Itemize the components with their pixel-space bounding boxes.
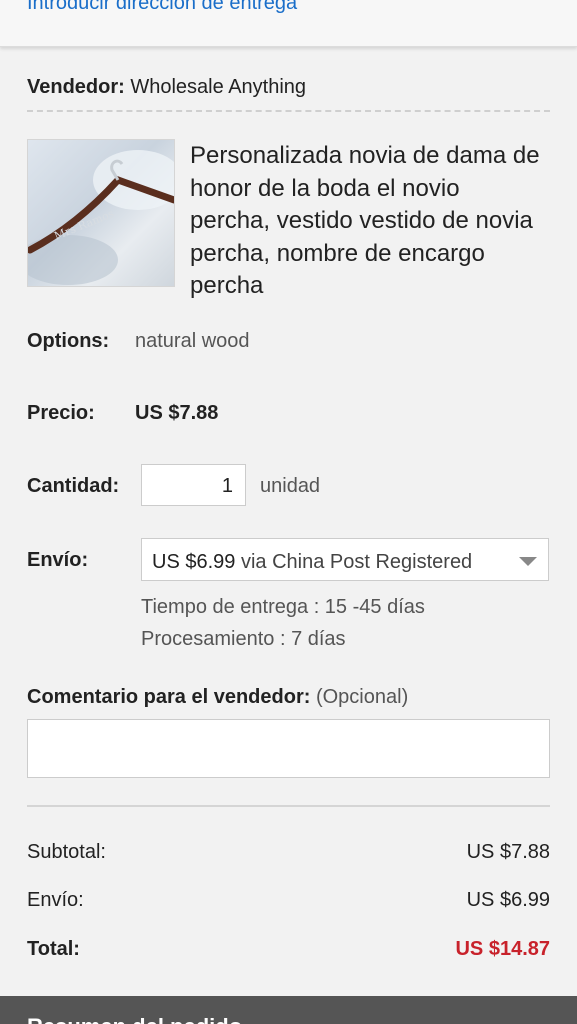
address-bar: Introducir dirección de entrega	[0, 0, 577, 47]
shipping-method: via China Post Registered	[240, 551, 473, 573]
total-value: US $14.87	[455, 938, 550, 960]
price-label: Precio:	[27, 402, 95, 424]
seller-label: Vendedor:	[27, 76, 125, 98]
comment-label: Comentario para el vendedor:	[27, 686, 311, 708]
comment-input[interactable]	[27, 719, 550, 778]
delivery-time: Tiempo de entrega : 15 -45 días	[141, 596, 425, 618]
options-label: Options:	[27, 330, 110, 352]
summary-divider	[27, 805, 550, 807]
shipping-method-select[interactable]: US $6.99 via China Post Registered	[141, 538, 549, 581]
quantity-label: Cantidad:	[27, 475, 120, 497]
chevron-down-icon	[519, 557, 537, 566]
total-label: Total:	[27, 938, 80, 960]
quantity-input[interactable]: 1	[141, 464, 246, 506]
subtotal-label: Subtotal:	[27, 841, 106, 863]
quantity-unit: unidad	[260, 475, 321, 497]
shipping-price: US $6.99	[152, 551, 236, 573]
order-summary-bar[interactable]: Resumen del pedido	[0, 996, 577, 1024]
summary-shipping-value: US $6.99	[466, 889, 550, 911]
product-image[interactable]: Mrs Ramos	[27, 139, 175, 287]
seller-divider	[27, 110, 550, 112]
comment-label-row: Comentario para el vendedor: (Opcional)	[27, 686, 408, 709]
enter-address-link[interactable]: Introducir dirección de entrega	[27, 0, 297, 15]
options-value: natural wood	[135, 330, 250, 352]
comment-optional: (Opcional)	[315, 686, 409, 708]
hanger-photo-icon: Mrs Ramos	[28, 150, 174, 285]
summary-shipping-label: Envío:	[27, 889, 84, 911]
price-value: US $7.88	[135, 402, 219, 424]
shipping-label: Envío:	[27, 549, 89, 571]
seller-row: Vendedor: Wholesale Anything	[27, 76, 306, 99]
processing-time: Procesamiento : 7 días	[141, 628, 346, 650]
subtotal-value: US $7.88	[466, 841, 550, 863]
order-summary-title: Resumen del pedido	[27, 1014, 242, 1024]
product-title[interactable]: Personalizada novia de dama de honor de …	[190, 140, 540, 303]
seller-name[interactable]: Wholesale Anything	[130, 76, 306, 98]
